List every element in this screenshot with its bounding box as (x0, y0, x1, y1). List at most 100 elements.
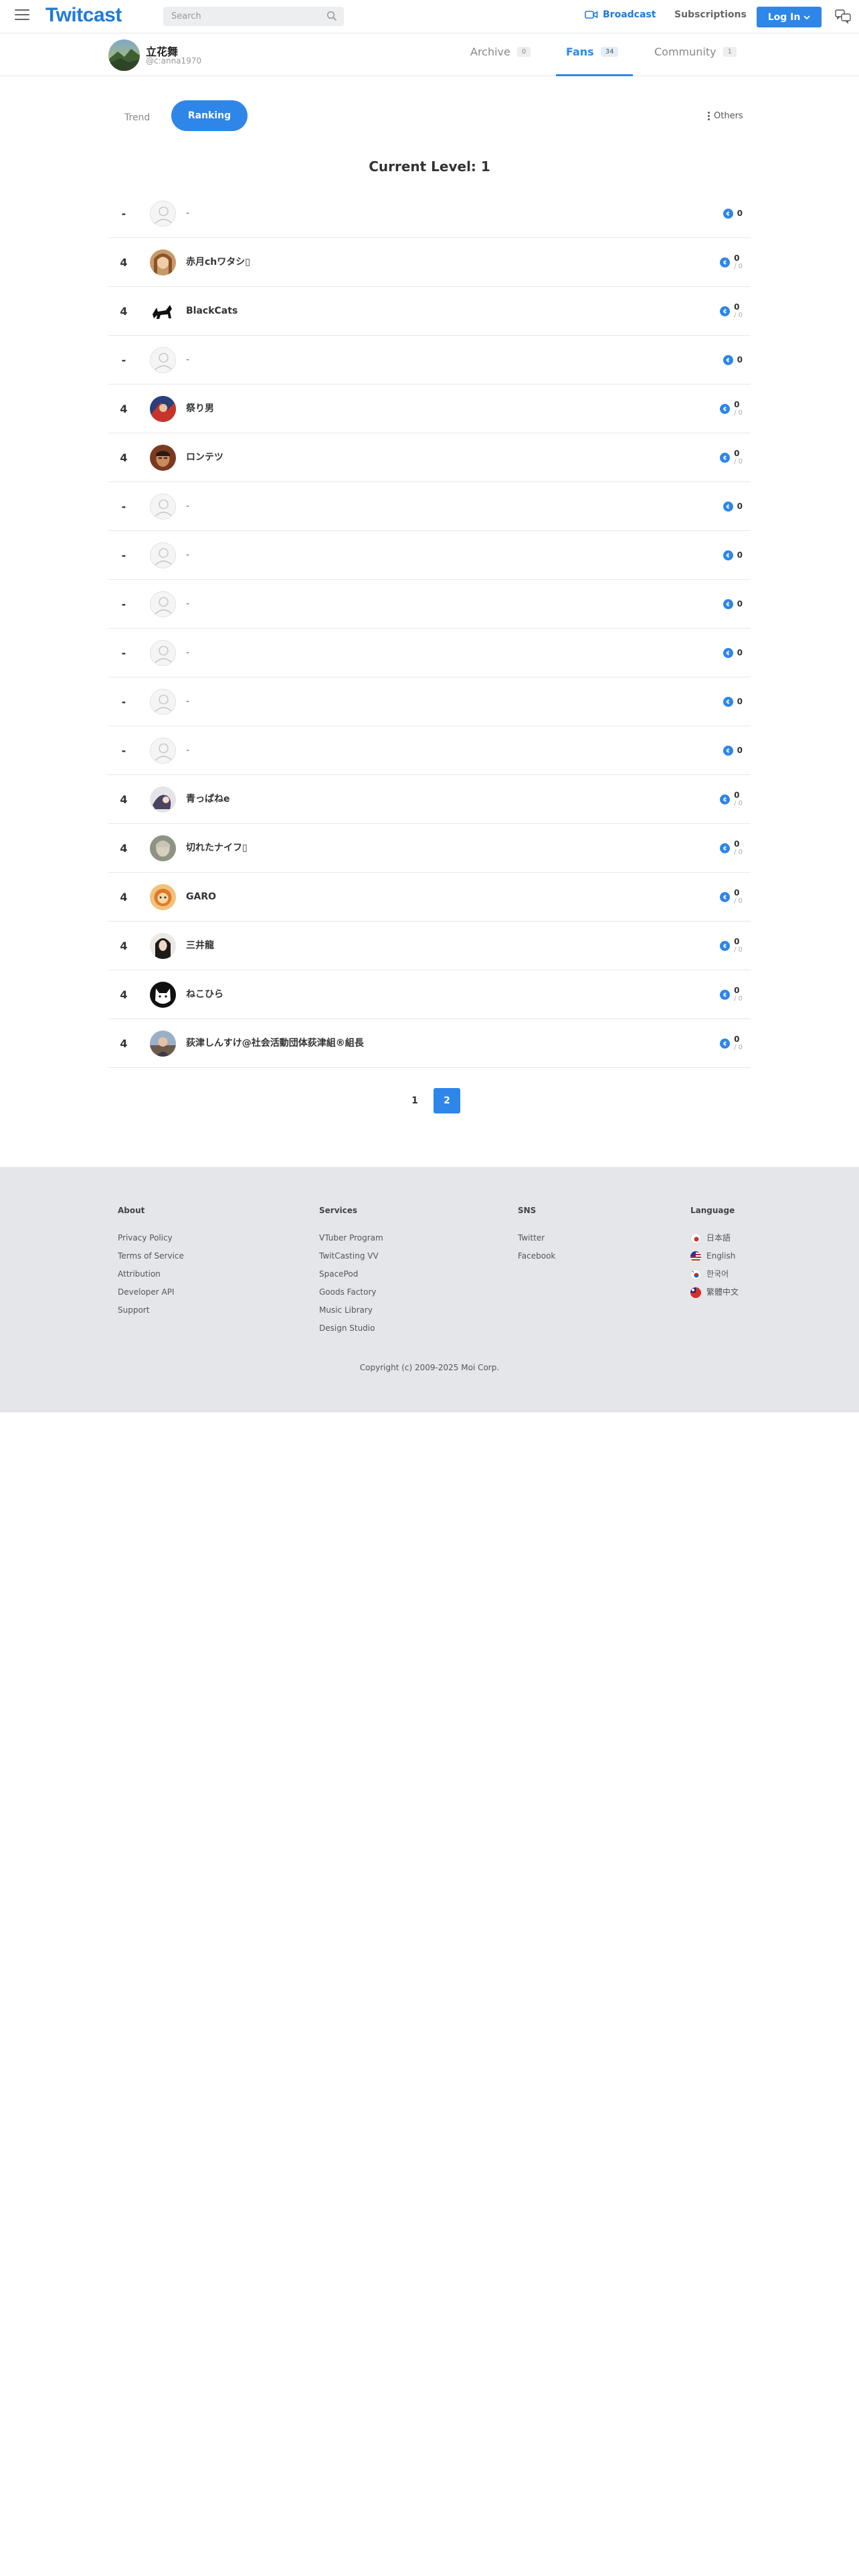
user-avatar[interactable] (150, 982, 176, 1008)
language-option[interactable]: 繁體中文 (690, 1287, 739, 1305)
default-avatar-icon (150, 347, 176, 373)
footer-sns: SNS Twitter Facebook (518, 1206, 555, 1269)
tab-count: 34 (600, 47, 619, 57)
score-value: 0 (734, 986, 740, 995)
search-input[interactable] (163, 7, 310, 26)
footer-heading: Language (690, 1206, 735, 1215)
score-sub: / 0 (734, 409, 743, 417)
footer-link[interactable]: Privacy Policy (118, 1233, 184, 1251)
list-item[interactable]: - - ¢ 0 (108, 726, 751, 775)
coin-icon: ¢ (720, 941, 731, 951)
rank-number: 4 (120, 451, 128, 464)
score-value: 0 (734, 937, 740, 946)
coin-icon: ¢ (723, 550, 733, 560)
footer-link[interactable]: SpacePod (319, 1269, 383, 1287)
score-value: 0 (734, 449, 740, 458)
login-button[interactable]: Log In (757, 7, 822, 27)
coin-icon: ¢ (720, 1039, 731, 1049)
broadcast-button[interactable]: Broadcast (585, 9, 656, 20)
footer-link[interactable]: Terms of Service (118, 1251, 184, 1269)
user-avatar[interactable] (150, 298, 176, 324)
list-item[interactable]: 4 BlackCats ¢ 0/ 0 (108, 287, 751, 336)
trend-tab[interactable]: Trend (124, 112, 150, 123)
coin-icon: ¢ (720, 257, 731, 267)
default-avatar-icon (150, 640, 176, 666)
fan-score: ¢ 0 (723, 336, 743, 385)
list-item[interactable]: 4 GARO ¢ 0/ 0 (108, 873, 751, 922)
fan-name: - (186, 354, 190, 365)
user-avatar[interactable] (150, 786, 176, 813)
others-menu[interactable]: Others (708, 111, 743, 121)
page-2-button[interactable]: 2 (434, 1088, 460, 1113)
list-item[interactable]: - - ¢ 0 (108, 580, 751, 629)
user-avatar[interactable] (150, 933, 176, 959)
tab-fans[interactable]: Fans 34 (566, 45, 619, 58)
list-item[interactable]: - - ¢ 0 (108, 336, 751, 385)
twitcast-logo[interactable]: Twitcast (45, 4, 122, 27)
search-box (163, 7, 344, 26)
taiwan-flag-icon (690, 1287, 701, 1298)
language-option[interactable]: 한국어 (690, 1269, 739, 1287)
profile-avatar[interactable] (108, 39, 140, 71)
rank-number: 4 (120, 891, 128, 903)
fan-name: - (186, 550, 190, 560)
footer-link[interactable]: Facebook (518, 1251, 555, 1269)
language-option[interactable]: English (690, 1251, 739, 1269)
user-avatar[interactable] (150, 835, 176, 861)
language-option[interactable]: 日本語 (690, 1233, 739, 1251)
user-avatar[interactable] (150, 1031, 176, 1057)
coin-icon: ¢ (720, 843, 731, 853)
list-item[interactable]: 4 ねこひら ¢ 0/ 0 (108, 970, 751, 1019)
list-item[interactable]: 4 三井龍 ¢ 0/ 0 (108, 922, 751, 970)
tab-archive[interactable]: Archive 0 (470, 45, 531, 58)
coin-icon: ¢ (720, 453, 731, 463)
us-flag-icon (690, 1251, 701, 1262)
profile-bar: 立花舞 @c:anna1970 Archive 0 Fans 34 Commun… (0, 33, 859, 76)
user-avatar[interactable] (150, 396, 176, 422)
list-item[interactable]: 4 切れたナイフ▯ ¢ 0/ 0 (108, 824, 751, 873)
list-item[interactable]: 4 赤月chワタシ▯ ¢ 0/ 0 (108, 238, 751, 287)
footer-link[interactable]: TwitCasting VV (319, 1251, 383, 1269)
list-item[interactable]: - - ¢ 0 (108, 677, 751, 726)
user-avatar[interactable] (150, 445, 176, 471)
user-avatar[interactable] (150, 249, 176, 276)
score-value: 0 (737, 355, 743, 364)
page-1-button[interactable]: 1 (401, 1088, 428, 1113)
list-item[interactable]: 4 祭り男 ¢ 0/ 0 (108, 385, 751, 433)
footer-link[interactable]: Twitter (518, 1233, 555, 1251)
footer-link[interactable]: Goods Factory (319, 1287, 383, 1305)
score-sub: / 0 (734, 458, 743, 465)
fan-name: 赤月chワタシ▯ (186, 257, 250, 267)
subscriptions-link[interactable]: Subscriptions (674, 9, 747, 20)
list-item[interactable]: 4 ロンテツ ¢ 0/ 0 (108, 433, 751, 482)
user-avatar[interactable] (150, 884, 176, 910)
list-item[interactable]: 4 荻津しんすけ@社会活動団体荻津組®組長 ¢ 0/ 0 (108, 1019, 751, 1068)
list-item[interactable]: - - ¢ 0 (108, 531, 751, 580)
footer-link[interactable]: Attribution (118, 1269, 184, 1287)
fan-score: ¢ 0 (723, 531, 743, 580)
list-item[interactable]: - - ¢ 0 (108, 629, 751, 677)
footer-link[interactable]: Music Library (319, 1305, 383, 1323)
score-sub: / 0 (734, 263, 743, 270)
rank-number: 4 (120, 842, 128, 855)
active-tab-indicator (556, 74, 633, 76)
coin-icon: ¢ (723, 746, 733, 756)
footer-link[interactable]: Developer API (118, 1287, 184, 1305)
list-item[interactable]: 4 青っぱねe ¢ 0/ 0 (108, 775, 751, 824)
footer-heading: About (118, 1206, 145, 1215)
tab-count: 1 (723, 47, 737, 57)
footer-link[interactable]: Support (118, 1305, 184, 1323)
list-item[interactable]: - - ¢ 0 (108, 189, 751, 238)
search-icon[interactable] (326, 11, 337, 21)
fan-name: 青っぱねe (186, 794, 230, 804)
tab-community[interactable]: Community 1 (654, 45, 737, 58)
score-sub: / 0 (734, 312, 743, 319)
list-item[interactable]: - - ¢ 0 (108, 482, 751, 531)
menu-icon[interactable] (15, 9, 29, 23)
fan-score: ¢ 0 (723, 482, 743, 531)
footer-link[interactable]: Design Studio (319, 1323, 383, 1341)
language-icon[interactable] (835, 8, 851, 24)
rank-number: - (121, 598, 126, 611)
footer-link[interactable]: VTuber Program (319, 1233, 383, 1251)
ranking-tab[interactable]: Ranking (171, 100, 248, 131)
